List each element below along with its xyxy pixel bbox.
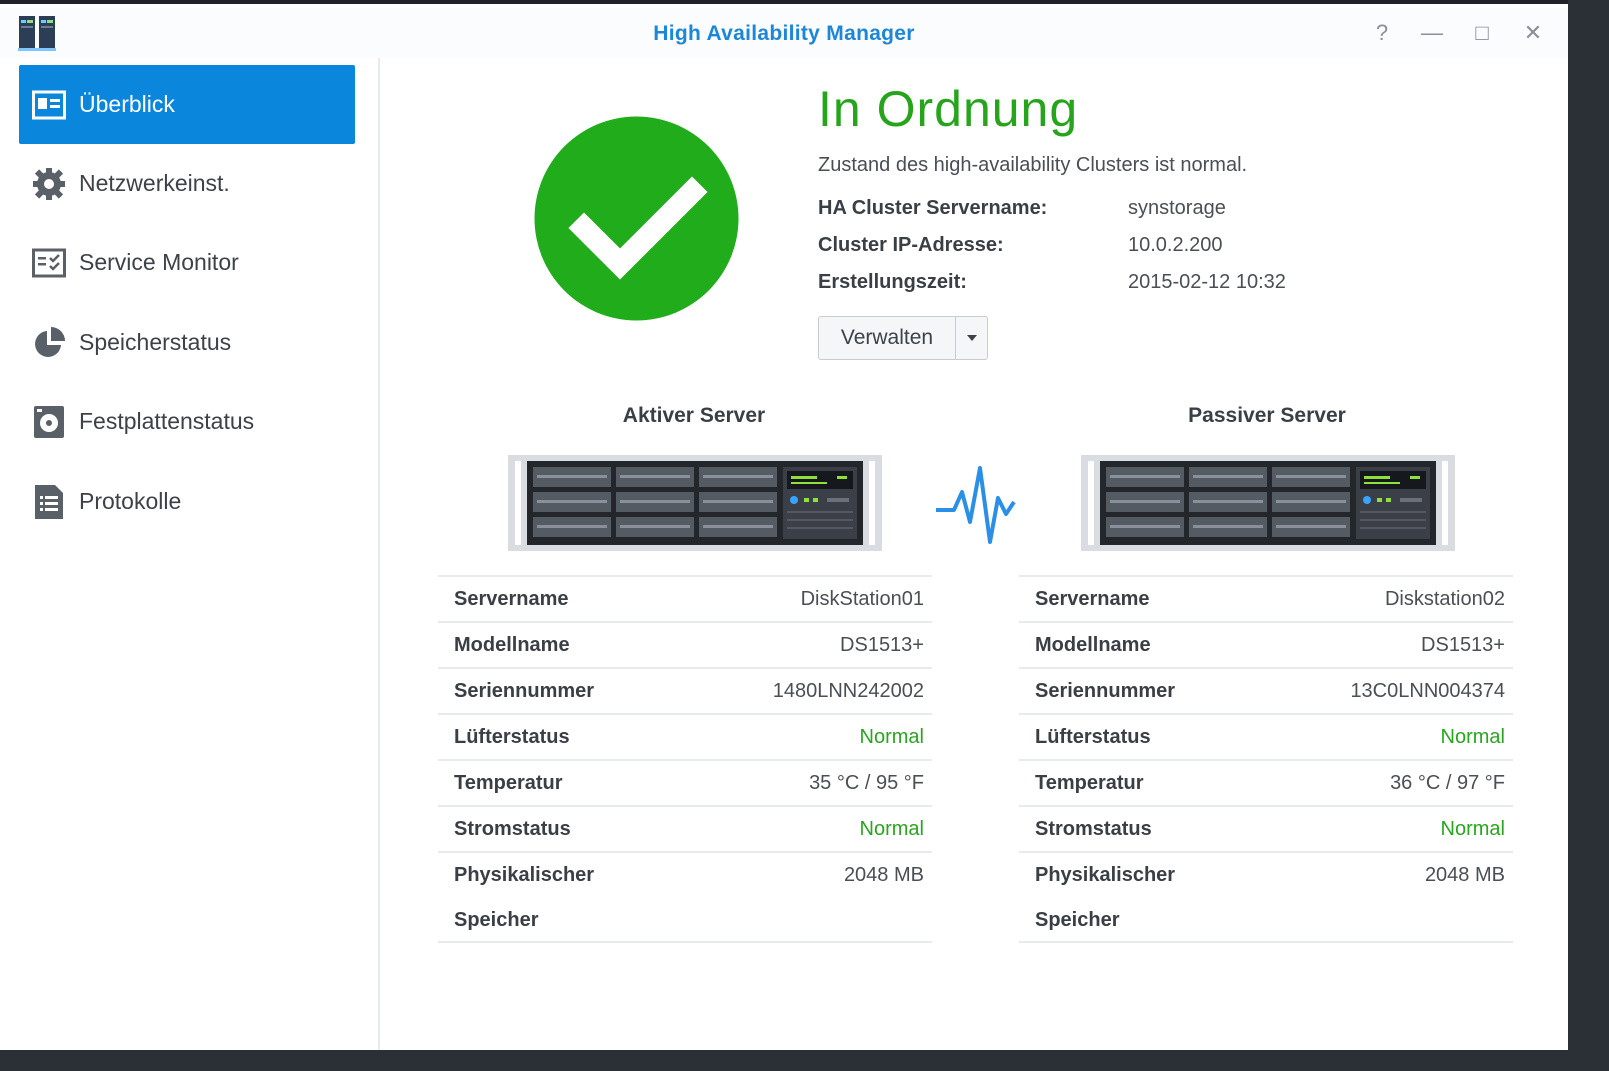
manage-dropdown-button[interactable]: Verwalten (818, 316, 988, 360)
title-bar: High Availability Manager ? — □ ✕ (0, 8, 1568, 58)
row-label: Servername (454, 588, 569, 610)
table-row: Servername Diskstation02 (1019, 577, 1513, 623)
sidebar-item-network[interactable]: Netzwerkeinst. (19, 144, 355, 223)
row-label: Physikalischer Speicher (1035, 864, 1176, 931)
field-label: Cluster IP-Adresse: (818, 234, 1004, 256)
status-description: Zustand des high-availability Clusters i… (818, 154, 1248, 176)
row-label: Lüfterstatus (454, 726, 570, 748)
row-value: DiskStation01 (800, 588, 924, 610)
table-row: Stromstatus Normal (1019, 807, 1513, 853)
row-value: 2048 MB (1424, 864, 1505, 886)
field-value: 10.0.2.200 (1128, 234, 1223, 256)
row-label: Seriennummer (1035, 680, 1176, 702)
field-value: 2015-02-12 10:32 (1128, 271, 1286, 293)
row-label: Stromstatus (454, 818, 571, 840)
minimize-button[interactable]: — (1419, 20, 1445, 46)
table-row: Lüfterstatus Normal (1019, 715, 1513, 761)
row-value: DS1513+ (840, 634, 924, 656)
status-value: Normal (859, 818, 924, 840)
sidebar-item-logs[interactable]: Protokolle (19, 462, 355, 541)
maximize-button[interactable]: □ (1469, 20, 1495, 46)
field-label: Erstellungszeit: (818, 271, 967, 293)
sidebar-item-service-monitor[interactable]: Service Monitor (19, 223, 355, 302)
row-value: 2048 MB (843, 864, 924, 886)
table-row: Modellname DS1513+ (438, 623, 932, 669)
close-button[interactable]: ✕ (1520, 20, 1546, 46)
status-value: Normal (859, 726, 924, 748)
row-label: Seriennummer (454, 680, 595, 702)
table-row: Modellname DS1513+ (1019, 623, 1513, 669)
row-label: Temperatur (454, 772, 563, 794)
status-ok-check-icon (534, 116, 739, 321)
disk-icon (31, 404, 67, 440)
status-title: In Ordnung (818, 81, 1079, 137)
table-row: Physikalischer Speicher 2048 MB (1019, 853, 1513, 943)
sidebar: Überblick Netzwerkeinst. Service Monitor… (0, 58, 378, 1050)
window-title: High Availability Manager (653, 22, 915, 45)
help-button[interactable]: ? (1369, 20, 1395, 46)
table-row: Seriennummer 1480LNN242002 (438, 669, 932, 715)
sidebar-item-label: Netzwerkeinst. (79, 170, 230, 196)
row-value: 1480LNN242002 (772, 680, 924, 702)
chevron-down-icon[interactable] (956, 317, 987, 359)
server-rack-icon (1081, 455, 1455, 551)
row-label: Servername (1035, 588, 1150, 610)
field-value: synstorage (1128, 197, 1226, 219)
sidebar-item-label: Protokolle (79, 488, 182, 514)
service-monitor-icon (31, 245, 67, 281)
table-row: Servername DiskStation01 (438, 577, 932, 623)
row-label: Lüfterstatus (1035, 726, 1151, 748)
status-value: Normal (1440, 726, 1505, 748)
server-rack-icon (508, 455, 882, 551)
passive-server-title: Passiver Server (1188, 404, 1346, 427)
table-row: Stromstatus Normal (438, 807, 932, 853)
passive-server-info-table: Servername Diskstation02 Modellname DS1513… (1019, 575, 1513, 943)
field-label: HA Cluster Servername: (818, 197, 1048, 219)
heartbeat-icon (936, 466, 1016, 544)
active-server-title: Aktiver Server (622, 404, 766, 427)
sidebar-item-label: Service Monitor (79, 249, 239, 275)
gear-icon (31, 166, 67, 202)
sidebar-item-disk-status[interactable]: Festplattenstatus (19, 382, 355, 461)
table-row: Seriennummer 13C0LNN004374 (1019, 669, 1513, 715)
table-row: Temperatur 35 °C / 95 °F (438, 761, 932, 807)
sidebar-item-label: Festplattenstatus (79, 408, 255, 434)
status-value: Normal (1440, 818, 1505, 840)
overview-panel: In Ordnung Zustand des high-availability… (380, 58, 1568, 1050)
row-label: Stromstatus (1035, 818, 1152, 840)
manage-button-label: Verwalten (840, 326, 934, 349)
sidebar-item-storage-status[interactable]: Speicherstatus (19, 303, 355, 382)
sidebar-item-label: Überblick (79, 91, 175, 117)
row-label: Modellname (454, 634, 570, 656)
row-value: DS1513+ (1421, 634, 1505, 656)
table-row: Lüfterstatus Normal (438, 715, 932, 761)
table-row: Physikalischer Speicher 2048 MB (438, 853, 932, 943)
row-label: Physikalischer Speicher (454, 864, 595, 931)
app-window: High Availability Manager ? — □ ✕ Überbl… (0, 0, 1568, 1050)
table-row: Temperatur 36 °C / 97 °F (1019, 761, 1513, 807)
overview-card-icon (31, 87, 67, 123)
sidebar-item-label: Speicherstatus (79, 329, 232, 355)
row-value: 13C0LNN004374 (1350, 680, 1505, 702)
row-value: 36 °C / 97 °F (1390, 772, 1505, 794)
active-server-info-table: Servername DiskStation01 Modellname DS1513… (438, 575, 932, 943)
row-value: Diskstation02 (1384, 588, 1505, 610)
row-value: 35 °C / 95 °F (809, 772, 924, 794)
log-list-icon (31, 484, 67, 520)
row-label: Modellname (1035, 634, 1151, 656)
sidebar-item-overview[interactable]: Überblick (19, 65, 355, 144)
pie-chart-icon (31, 325, 67, 361)
row-label: Temperatur (1035, 772, 1144, 794)
